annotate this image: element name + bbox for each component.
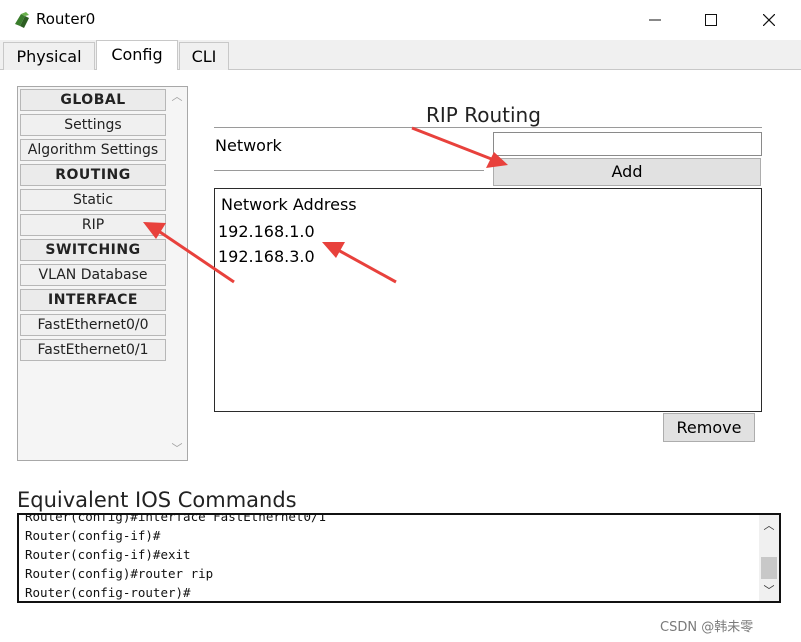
- nav-item-algorithm-settings[interactable]: Algorithm Settings: [20, 139, 166, 161]
- close-button[interactable]: [746, 4, 792, 36]
- watermark: CSDN @韩未零: [660, 620, 754, 635]
- window-title: Router0: [36, 10, 96, 28]
- close-icon: [763, 14, 775, 26]
- title-bar: Router0: [0, 0, 801, 40]
- scroll-down-icon[interactable]: ﹀: [759, 583, 779, 599]
- rip-routing-title: RIP Routing: [426, 103, 541, 127]
- remove-button[interactable]: Remove: [663, 413, 755, 442]
- ios-line: Router(config-if)#exit: [25, 547, 191, 562]
- scroll-up-icon[interactable]: ︿: [759, 518, 779, 534]
- ios-commands-log[interactable]: Router(config)#interface FastEthernet0/1…: [17, 513, 781, 603]
- network-input[interactable]: [493, 132, 762, 156]
- ios-line: Router(config)#interface FastEthernet0/1: [25, 513, 327, 524]
- scroll-thumb[interactable]: [761, 557, 777, 579]
- list-item[interactable]: 192.168.3.0: [218, 247, 315, 266]
- maximize-icon: [705, 14, 717, 26]
- section-divider: [214, 127, 762, 128]
- tab-config[interactable]: Config: [96, 40, 178, 71]
- tab-strip: Physical Config CLI: [0, 40, 801, 71]
- scroll-down-icon[interactable]: ﹀: [167, 441, 187, 457]
- nav-scrollbar[interactable]: ︿ ﹀: [167, 87, 187, 460]
- nav-item-rip[interactable]: RIP: [20, 214, 166, 236]
- config-nav-list: GLOBAL Settings Algorithm Settings ROUTI…: [17, 86, 188, 461]
- scroll-up-icon[interactable]: ︿: [167, 89, 187, 105]
- ios-line: Router(config-router)#: [25, 585, 191, 600]
- network-label: Network: [215, 136, 282, 155]
- minimize-button[interactable]: [632, 4, 678, 36]
- ios-line: Router(config-if)#: [25, 528, 161, 543]
- network-address-header: Network Address: [221, 195, 357, 214]
- maximize-button[interactable]: [688, 4, 734, 36]
- nav-item-vlan-database[interactable]: VLAN Database: [20, 264, 166, 286]
- network-address-list[interactable]: Network Address 192.168.1.0 192.168.3.0: [214, 188, 762, 412]
- nav-header-routing: ROUTING: [20, 164, 166, 186]
- nav-header-switching: SWITCHING: [20, 239, 166, 261]
- nav-item-fastethernet0-0[interactable]: FastEthernet0/0: [20, 314, 166, 336]
- tab-cli[interactable]: CLI: [179, 42, 229, 70]
- nav-header-global: GLOBAL: [20, 89, 166, 111]
- nav-header-interface: INTERFACE: [20, 289, 166, 311]
- ios-scrollbar[interactable]: ︿ ﹀: [759, 515, 779, 601]
- ios-line: Router(config)#router rip: [25, 566, 214, 581]
- minimize-icon: [649, 19, 661, 21]
- list-item[interactable]: 192.168.1.0: [218, 222, 315, 241]
- nav-item-fastethernet0-1[interactable]: FastEthernet0/1: [20, 339, 166, 361]
- router-app-icon: [15, 12, 29, 28]
- tab-physical[interactable]: Physical: [3, 42, 95, 70]
- nav-item-settings[interactable]: Settings: [20, 114, 166, 136]
- add-button[interactable]: Add: [493, 158, 761, 186]
- nav-item-static[interactable]: Static: [20, 189, 166, 211]
- ios-commands-title: Equivalent IOS Commands: [17, 488, 297, 512]
- network-divider: [214, 170, 484, 171]
